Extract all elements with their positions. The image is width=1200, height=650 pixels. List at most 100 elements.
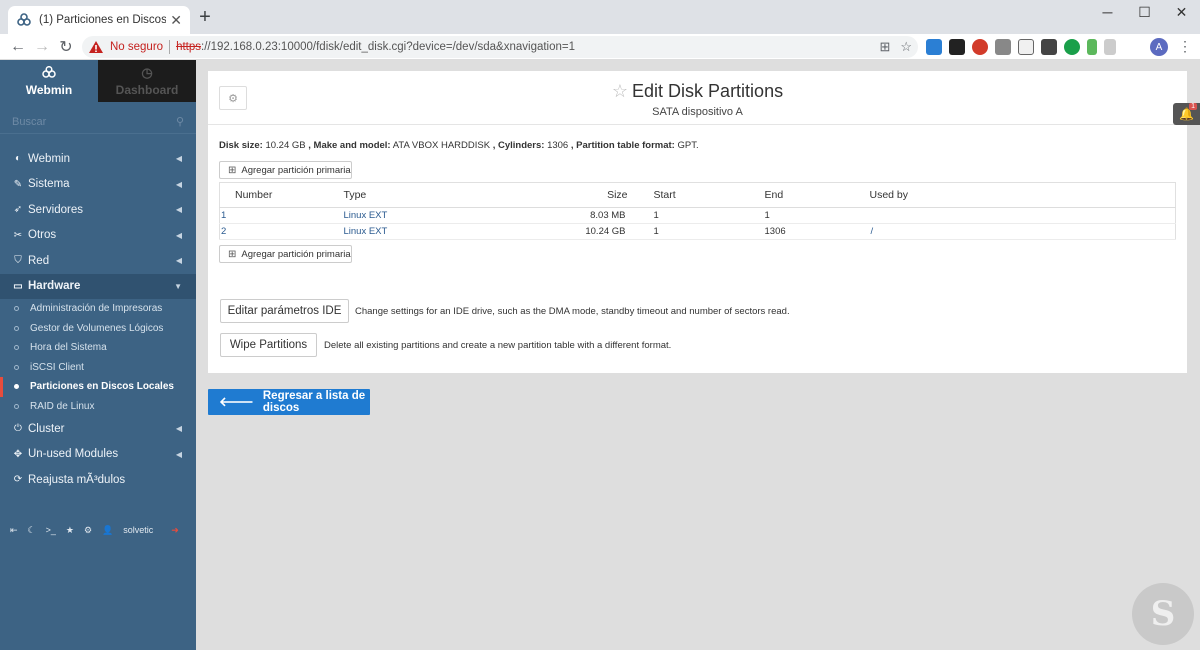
arrow-left-icon: 🡐	[219, 394, 254, 409]
sidebar-subitem-volumenes[interactable]: Gestor de Volumenes Lógicos	[0, 319, 196, 339]
sidebar-item-label: Un-used Modules	[28, 448, 119, 461]
add-primary-partition-button[interactable]: ⊞ Agregar partición primaria	[219, 245, 352, 263]
extension-wave-icon[interactable]	[1018, 39, 1034, 55]
window-close-icon[interactable]: ✕	[1163, 0, 1200, 24]
sidebar-subitem-label: Administración de Impresoras	[30, 303, 163, 315]
sidebar-subitem-label: RAID de Linux	[30, 400, 95, 412]
user-icon: 👤	[102, 524, 114, 535]
column-header: Size	[547, 182, 654, 208]
logout-icon[interactable]: ➜	[171, 525, 179, 536]
sidebar-subitem-particiones[interactable]: Particiones en Discos Locales	[0, 377, 196, 397]
notifications-button[interactable]: 🔔 1	[1173, 103, 1200, 125]
sidebar-item-hardware[interactable]: ▭ Hardware ▼	[0, 273, 196, 299]
minimize-icon[interactable]: ─	[1089, 0, 1126, 24]
disk-model-label: , Make and model:	[308, 140, 391, 151]
edit-ide-description: Change settings for an IDE drive, such a…	[355, 306, 790, 317]
profile-avatar[interactable]: A	[1150, 38, 1168, 56]
sidebar-subitem-impresoras[interactable]: Administración de Impresoras	[0, 299, 196, 319]
terminal-icon[interactable]: >_	[46, 525, 56, 535]
partition-start: 1	[653, 223, 765, 240]
reload-icon[interactable]: ↻	[56, 37, 76, 57]
maximize-icon[interactable]: ☐	[1126, 0, 1163, 24]
sidebar-subitem-hora[interactable]: Hora del Sistema	[0, 338, 196, 358]
wrench-icon: ✎	[13, 178, 23, 190]
translate-icon[interactable]: ⊞	[879, 39, 890, 55]
bullet-icon	[14, 384, 19, 390]
extension-plant-icon[interactable]	[1087, 39, 1097, 55]
sidebar-search[interactable]: Buscar ⚲	[0, 110, 196, 134]
power-icon: ⏻	[14, 423, 22, 435]
forward-arrow-icon[interactable]: →	[32, 37, 52, 57]
extension-brush-icon[interactable]	[1104, 39, 1116, 55]
partition-number-link[interactable]: 2	[219, 223, 344, 240]
bullet-icon	[14, 345, 19, 351]
extension-window-icon[interactable]	[1041, 39, 1057, 55]
column-header: Used by	[869, 182, 1176, 208]
back-arrow-icon[interactable]: ←	[8, 37, 28, 57]
sidebar-subitem-raid[interactable]: RAID de Linux	[0, 397, 196, 417]
favorite-star-icon[interactable]: ☆	[612, 81, 628, 101]
wipe-partitions-button[interactable]: Wipe Partitions	[220, 333, 317, 357]
sidebar-subitem-label: Gestor de Volumenes Lógicos	[30, 322, 164, 334]
extension-shield-icon[interactable]	[972, 39, 988, 55]
sidebar-subitem-label: Particiones en Discos Locales	[30, 381, 174, 393]
partitions-table: Number Type Size Start End Used by 1 Lin…	[219, 182, 1176, 240]
partition-start: 1	[653, 207, 765, 224]
table-row: 2 Linux EXT 10.24 GB 1 1306 /	[219, 223, 1176, 240]
new-tab-button[interactable]: +	[196, 7, 214, 28]
sidebar-item-cluster[interactable]: ⏻ Cluster ◀	[0, 416, 196, 442]
browser-tabstrip: (1) Particiones en Discos Locales ✕ + ─ …	[0, 0, 1200, 34]
plus-square-icon: ⊞	[228, 164, 237, 176]
favorites-star-icon[interactable]: ★	[66, 525, 74, 536]
add-primary-partition-label: Agregar partición primaria	[241, 248, 351, 260]
browser-menu-icon[interactable]: ⋮	[1178, 38, 1192, 55]
username[interactable]: solvetic	[123, 525, 153, 535]
shield-icon: ⛉	[14, 255, 22, 267]
tab-dashboard[interactable]: ◷ Dashboard	[98, 60, 196, 102]
sidebar-item-label: Hardware	[28, 280, 81, 293]
partition-type-link[interactable]: Linux EXT	[343, 207, 548, 224]
extension-k-icon[interactable]	[1064, 39, 1080, 55]
partition-number-link[interactable]: 1	[219, 207, 344, 224]
sidebar-item-unused-modules[interactable]: ✥ Un-used Modules ◀	[0, 442, 196, 468]
sidebar-footer: ⇤ ☾ >_ ★ ⚙ 👤 solvetic ➜	[0, 522, 196, 538]
disk-size-value: 10.24 GB	[265, 140, 306, 151]
edit-ide-params-button[interactable]: Editar parámetros IDE	[220, 299, 349, 323]
extension-capture-icon[interactable]	[995, 39, 1011, 55]
address-bar[interactable]: No seguro https ://192.168.0.23:10000/fd…	[82, 36, 918, 58]
add-primary-partition-label: Agregar partición primaria	[241, 164, 351, 176]
sidebar-item-servidores[interactable]: ➶ Servidores ◀	[0, 197, 196, 223]
back-to-disk-list-button[interactable]: 🡐 Regresar a lista de discos	[208, 389, 370, 415]
tab-webmin-label: Webmin	[25, 82, 73, 97]
tab-webmin[interactable]: Webmin	[0, 60, 98, 102]
table-row: 1 Linux EXT 8.03 MB 1 1	[219, 207, 1176, 224]
browser-tab[interactable]: (1) Particiones en Discos Locales ✕	[8, 6, 190, 34]
night-mode-icon[interactable]: ☾	[28, 525, 36, 536]
sidebar: Webmin ◷ Dashboard Buscar ⚲ ◐ Webmin ◀ ✎…	[0, 60, 196, 650]
hdd-icon: ▭	[13, 280, 23, 292]
disk-model-value: ATA VBOX HARDDISK	[392, 140, 491, 151]
search-icon: ⚲	[175, 116, 184, 128]
sidebar-item-refresh-modules[interactable]: ⟳ Reajusta mÃ³dulos	[0, 467, 196, 493]
add-primary-partition-button[interactable]: ⊞ Agregar partición primaria	[219, 161, 352, 179]
sidebar-subitem-label: Hora del Sistema	[30, 342, 107, 354]
bookmark-star-icon[interactable]: ☆	[900, 39, 912, 55]
sidebar-item-webmin[interactable]: ◐ Webmin ◀	[0, 146, 196, 172]
extension-url-icon[interactable]	[949, 39, 965, 55]
settings-gears-icon[interactable]: ⚙	[84, 525, 92, 536]
sidebar-subitem-iscsi[interactable]: iSCSI Client	[0, 358, 196, 378]
sidebar-item-red[interactable]: ⛉ Red ◀	[0, 248, 196, 274]
rocket-icon: ➶	[13, 204, 23, 216]
sidebar-item-sistema[interactable]: ✎ Sistema ◀	[0, 172, 196, 198]
partition-type-link[interactable]: Linux EXT	[343, 223, 548, 240]
partition-used-by-link[interactable]: /	[869, 223, 1176, 240]
bullet-icon	[14, 403, 19, 409]
tab-title: (1) Particiones en Discos Locales	[39, 14, 167, 26]
collapse-icon[interactable]: ⇤	[10, 525, 18, 536]
main-panel: ⚙ ☆ Edit Disk Partitions SATA dispositivo…	[208, 71, 1187, 373]
tab-close-icon[interactable]: ✕	[170, 12, 182, 29]
sidebar-item-otros[interactable]: ✂ Otros ◀	[0, 223, 196, 249]
watermark-logo-icon: S	[1132, 583, 1194, 645]
extension-screen-icon[interactable]	[926, 39, 942, 55]
webmin-logo-icon	[42, 65, 56, 81]
